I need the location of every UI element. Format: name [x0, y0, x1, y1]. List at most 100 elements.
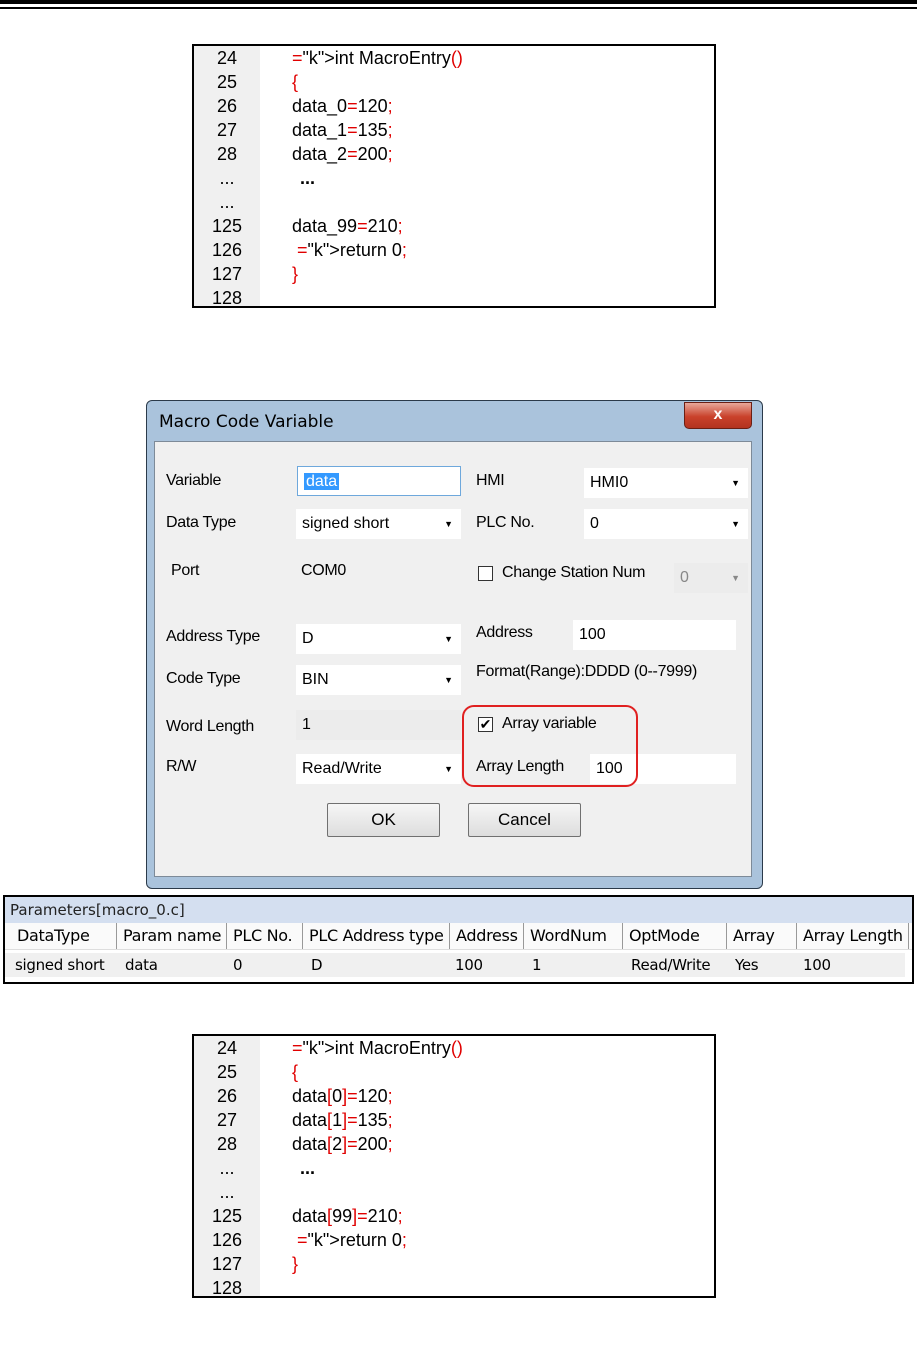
code-line: 126 ="k">return 0;	[194, 238, 714, 262]
data-type-select[interactable]: signed short ▼	[296, 509, 461, 539]
line-number: 126	[211, 240, 243, 260]
word-length-input: 1	[296, 710, 461, 740]
address-type-select[interactable]: D ▼	[296, 624, 461, 654]
chevron-down-icon: ▼	[731, 478, 740, 488]
line-number: 24	[216, 48, 238, 68]
column-header[interactable]: PLC No.	[227, 923, 303, 949]
code-line: 25 {	[194, 70, 714, 94]
line-number: 26	[216, 1086, 238, 1106]
code-line: 28 data[2]=200;	[194, 1132, 714, 1156]
code-line: 127}	[194, 262, 714, 286]
column-header[interactable]: DataType	[11, 923, 117, 949]
column-header[interactable]: Param name	[117, 923, 227, 949]
parameters-title: Parameters[macro_0.c]	[5, 897, 912, 923]
code-text: data_1=135;	[292, 120, 393, 140]
variable-input[interactable]: data	[297, 466, 461, 496]
chevron-down-icon: ▼	[444, 634, 453, 644]
variable-label: Variable	[166, 472, 222, 489]
code-text: ...	[300, 1158, 316, 1178]
column-header[interactable]: Array Length	[797, 923, 909, 949]
code-text: data[1]=135;	[292, 1110, 393, 1130]
column-header[interactable]: PLC Address type	[303, 923, 450, 949]
chevron-down-icon: ▼	[444, 764, 453, 774]
table-cell: Read/Write	[631, 956, 711, 974]
code-type-label: Code Type	[166, 670, 241, 687]
chevron-down-icon: ▼	[444, 519, 453, 529]
table-cell: signed short	[15, 956, 105, 974]
code-text: ="k">return 0;	[297, 1230, 407, 1250]
column-header[interactable]: Address	[450, 923, 524, 949]
address-label: Address	[476, 624, 533, 641]
plc-no-label: PLC No.	[476, 514, 535, 531]
line-number: ...	[219, 192, 235, 212]
column-header[interactable]: Array	[727, 923, 797, 949]
code-text: ="k">int MacroEntry()	[292, 48, 463, 68]
line-number: ...	[219, 1158, 235, 1178]
change-station-select[interactable]: 0 ▼	[674, 563, 748, 593]
table-row[interactable]: signed short data 0 D 100 1 Read/Write Yes 100	[5, 953, 905, 977]
hmi-select[interactable]: HMI0 ▼	[584, 468, 748, 498]
line-number: 25	[216, 1062, 238, 1082]
code-text: data_2=200;	[292, 144, 393, 164]
table-cell: 100	[803, 956, 831, 974]
code-text: data[99]=210;	[292, 1206, 403, 1226]
parameters-header-row: DataType Param name PLC No. PLC Address typ…	[5, 923, 912, 950]
change-station-checkbox[interactable]	[478, 566, 493, 581]
ok-button[interactable]: OK	[327, 803, 440, 837]
code-text: }	[292, 264, 299, 284]
code-line: ...	[194, 1180, 714, 1204]
line-number: 125	[211, 1206, 243, 1226]
line-number: 26	[216, 96, 238, 116]
address-input[interactable]: 100	[573, 620, 736, 650]
plc-no-select[interactable]: 0 ▼	[584, 509, 748, 539]
table-cell: Yes	[735, 956, 759, 974]
dialog-title: Macro Code Variable	[159, 412, 334, 432]
column-header[interactable]: WordNum	[524, 923, 623, 949]
line-number: 126	[211, 1230, 243, 1250]
cancel-button[interactable]: Cancel	[468, 803, 581, 837]
code-type-select[interactable]: BIN ▼	[296, 665, 461, 695]
code-text: {	[292, 72, 299, 92]
line-number: 25	[216, 72, 238, 92]
code-line: 27 data_1=135;	[194, 118, 714, 142]
code-line: 128	[194, 1276, 714, 1300]
change-station-label: Change Station Num	[502, 564, 646, 581]
chevron-down-icon: ▼	[731, 573, 740, 583]
code-text: ...	[300, 168, 316, 188]
code-line: 26 data_0=120;	[194, 94, 714, 118]
table-cell: 1	[532, 956, 542, 974]
code-line: 24 ="k">int MacroEntry()	[194, 1036, 714, 1060]
chevron-down-icon: ▼	[731, 519, 740, 529]
code-line: 126 ="k">return 0;	[194, 1228, 714, 1252]
column-header[interactable]: OptMode	[623, 923, 727, 949]
code-line: 125 data_99=210;	[194, 214, 714, 238]
close-button[interactable]: x	[684, 402, 752, 429]
line-number: 128	[211, 1278, 243, 1298]
code-text: data_99=210;	[292, 216, 403, 236]
code-text: data[2]=200;	[292, 1134, 393, 1154]
line-number: 27	[216, 1110, 238, 1130]
code-line: ...	[194, 190, 714, 214]
table-cell: D	[311, 956, 323, 974]
rw-select[interactable]: Read/Write ▼	[296, 754, 461, 784]
line-number: 125	[211, 216, 243, 236]
port-value: COM0	[301, 562, 347, 579]
dialog-body	[154, 441, 752, 877]
table-cell: data	[125, 956, 158, 974]
code-listing-2: 24 ="k">int MacroEntry() 25 {26 data[0]=120;…	[192, 1034, 716, 1298]
parameters-panel: Parameters[macro_0.c] DataType Param name…	[3, 895, 914, 984]
line-number: 127	[211, 264, 243, 284]
array-highlight-box	[462, 705, 638, 787]
table-cell: 0	[233, 956, 243, 974]
code-line: 28 data_2=200;	[194, 142, 714, 166]
code-listing-1: 24 ="k">int MacroEntry() 25{26 data_0=120; 2…	[192, 44, 716, 308]
code-line: 127}	[194, 1252, 714, 1276]
code-text: {	[292, 1062, 299, 1082]
code-line: ......	[194, 1156, 714, 1180]
code-line: 125 data[99]=210;	[194, 1204, 714, 1228]
code-line: 27 data[1]=135;	[194, 1108, 714, 1132]
code-line: 25 {	[194, 1060, 714, 1084]
header-rule-thick	[0, 0, 917, 4]
format-range-text: Format(Range):DDDD (0--7999)	[476, 663, 697, 680]
line-number: ...	[219, 168, 235, 188]
